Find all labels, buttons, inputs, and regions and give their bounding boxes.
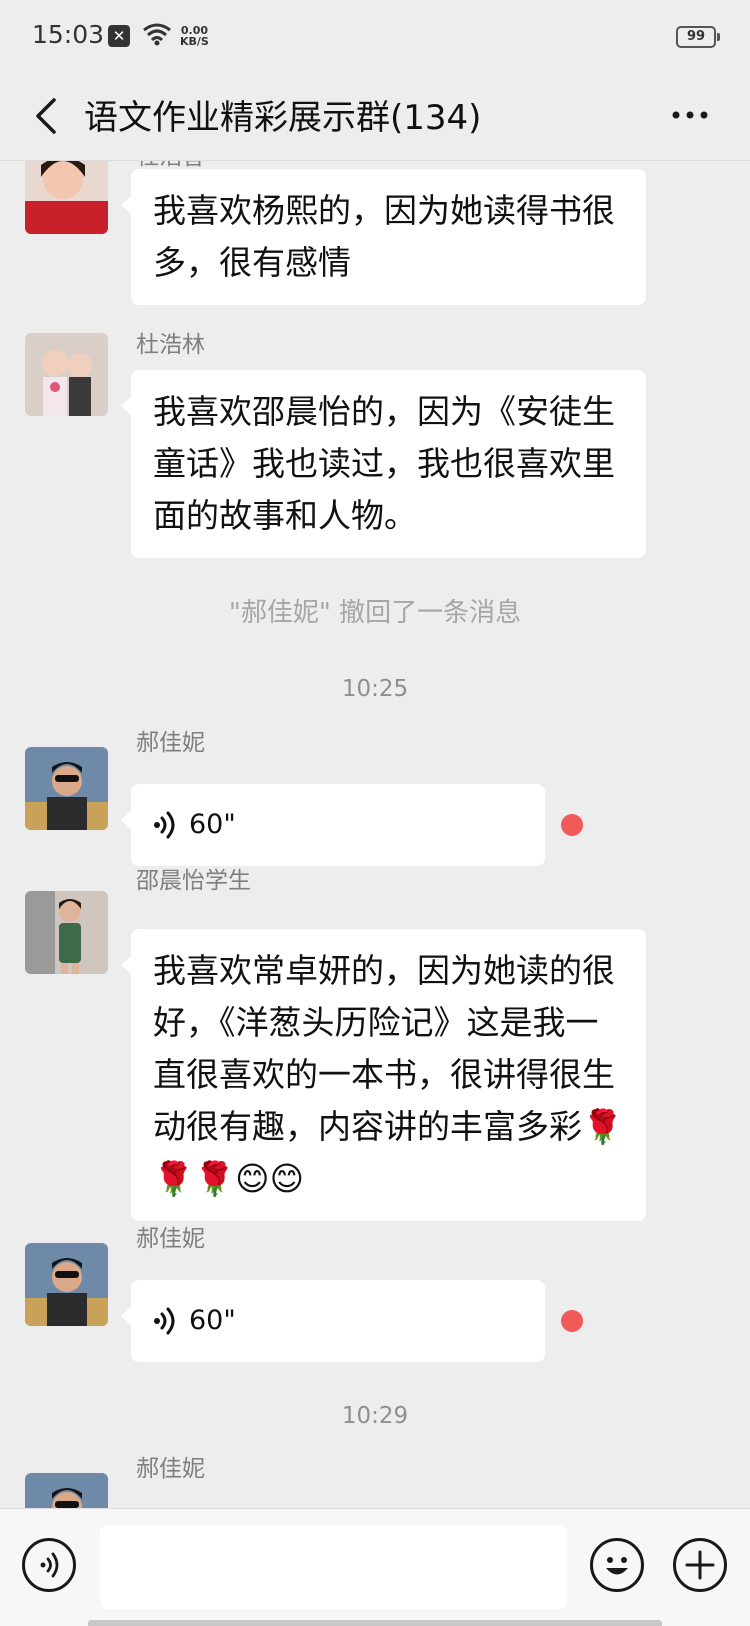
battery-level: 99 xyxy=(686,29,706,44)
emoji-icon xyxy=(606,1557,628,1575)
timestamp: 10:25 xyxy=(341,676,409,702)
network-speed-unit: KB/S xyxy=(180,35,209,48)
avatar[interactable] xyxy=(25,1473,108,1508)
input-bar xyxy=(0,1508,750,1626)
voice-wave-icon xyxy=(154,1307,175,1335)
voice-message-bubble[interactable]: 60" xyxy=(121,1280,545,1362)
plus-icon xyxy=(685,1550,715,1580)
wifi-icon xyxy=(142,22,172,50)
unread-dot xyxy=(561,814,583,836)
avatar[interactable] xyxy=(25,1243,108,1326)
recall-notice: "郝佳妮" 撤回了一条消息 xyxy=(228,598,522,628)
network-speed: 0.00 KB/S xyxy=(180,25,209,47)
battery-icon: 99 xyxy=(676,26,720,48)
chat-title: 语文作业精彩展示群(134) xyxy=(84,98,482,138)
chat-messages[interactable]: 杜浩昔 我喜欢杨熙的，因为她读得书很多，很有感情 杜浩林 我喜欢邵晨怡的，因为《… xyxy=(0,161,750,1508)
avatar[interactable] xyxy=(25,333,108,416)
emoji-button[interactable] xyxy=(590,1538,644,1592)
unread-dot xyxy=(561,1310,583,1332)
voice-mode-icon xyxy=(40,1552,59,1578)
chat-header: 语文作业精彩展示群(134) xyxy=(0,74,750,161)
message-bubble[interactable]: 我喜欢邵晨怡的，因为《安徒生童话》我也读过，我也很喜欢里面的故事和人物。 xyxy=(121,370,646,558)
back-icon[interactable] xyxy=(28,94,68,138)
avatar[interactable] xyxy=(25,161,108,234)
voice-message-bubble[interactable]: 60" xyxy=(121,784,545,866)
more-icon[interactable] xyxy=(670,100,710,130)
message-bubble[interactable]: 我喜欢常卓妍的，因为她读的很好，《洋葱头历险记》这是我一直很喜欢的一本书，很讲得… xyxy=(121,929,646,1221)
message-text: 我喜欢常卓妍的，因为她读的很好，《洋葱头历险记》这是我一直很喜欢的一本书，很讲得… xyxy=(153,951,624,1198)
voice-duration: 60" xyxy=(189,1305,236,1336)
sender-name: 郝佳妮 xyxy=(136,730,205,756)
status-icons: ✕ 0.00 KB/S xyxy=(108,22,209,50)
message-text: 我喜欢杨熙的，因为她读得书很多，很有感情 xyxy=(153,191,615,282)
status-time: 15:03 xyxy=(32,20,105,49)
sender-name: 郝佳妮 xyxy=(136,1456,205,1482)
message-text: 我喜欢邵晨怡的，因为《安徒生童话》我也读过，我也很喜欢里面的故事和人物。 xyxy=(153,392,615,535)
sender-name: 杜浩林 xyxy=(136,332,205,358)
sender-name: 邵晨怡学生 xyxy=(136,868,251,894)
voice-wave-icon xyxy=(154,811,175,839)
plus-button[interactable] xyxy=(673,1538,727,1592)
sender-name: 郝佳妮 xyxy=(136,1226,205,1252)
timestamp: 10:29 xyxy=(341,1403,409,1429)
voice-duration: 60" xyxy=(189,809,236,840)
status-bar: 15:03 ✕ 0.00 KB/S 99 xyxy=(0,0,750,74)
notification-icon: ✕ xyxy=(108,25,130,47)
avatar[interactable] xyxy=(25,747,108,830)
message-input[interactable] xyxy=(100,1525,567,1609)
home-indicator xyxy=(88,1620,662,1626)
message-bubble[interactable]: 我喜欢杨熙的，因为她读得书很多，很有感情 xyxy=(121,169,646,305)
avatar[interactable] xyxy=(25,891,108,974)
voice-mode-button[interactable] xyxy=(22,1538,76,1592)
